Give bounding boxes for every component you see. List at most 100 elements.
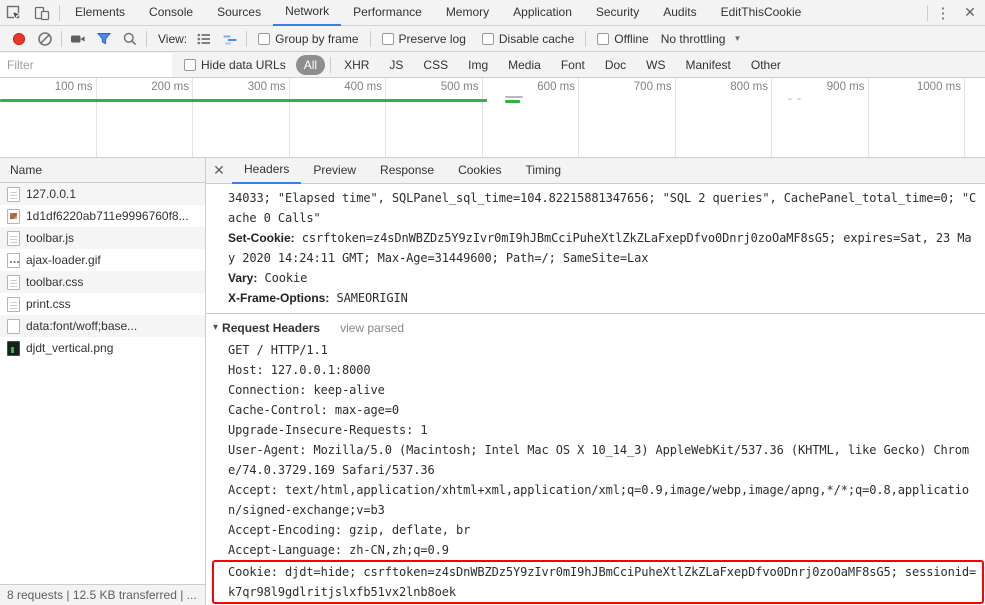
document-icon bbox=[7, 186, 20, 202]
header-value: Cookie bbox=[257, 271, 308, 285]
offline-checkbox[interactable]: Offline bbox=[597, 31, 649, 46]
checkbox-icon bbox=[597, 32, 610, 45]
tab-network[interactable]: Network bbox=[273, 0, 342, 26]
name-column-header[interactable]: Name bbox=[0, 158, 205, 183]
record-button[interactable] bbox=[6, 26, 32, 52]
timeline-tick: 600 ms bbox=[483, 78, 579, 157]
request-header-line: n/signed-exchange;v=b3 bbox=[228, 503, 385, 517]
timeline-tick: 300 ms bbox=[193, 78, 290, 157]
filter-input[interactable] bbox=[0, 52, 172, 77]
tab-preview[interactable]: Preview bbox=[301, 158, 368, 184]
tab-memory[interactable]: Memory bbox=[434, 0, 501, 26]
divider bbox=[61, 30, 62, 47]
request-headers-raw: GET / HTTP/1.1 Host: 127.0.0.1:8000 Conn… bbox=[206, 340, 985, 560]
filter-pill-doc[interactable]: Doc bbox=[597, 55, 634, 75]
chevron-down-icon: ▼ bbox=[733, 34, 742, 43]
timeline-tick: 1000 ms bbox=[869, 78, 965, 157]
request-name: ajax-loader.gif bbox=[26, 253, 101, 267]
request-row[interactable]: toolbar.css bbox=[0, 271, 205, 293]
divider bbox=[246, 30, 248, 47]
image-icon bbox=[7, 252, 20, 268]
hide-data-urls-checkbox[interactable]: Hide data URLs bbox=[184, 58, 286, 72]
tab-response[interactable]: Response bbox=[368, 158, 446, 184]
request-row[interactable]: 1d1df6220ab711e9996760f8... bbox=[0, 205, 205, 227]
request-name: djdt_vertical.png bbox=[26, 341, 114, 355]
divider bbox=[369, 30, 371, 47]
header-value: y 2020 14:24:11 GMT; Max-Age=31449600; P… bbox=[228, 251, 649, 265]
preserve-log-checkbox[interactable]: Preserve log bbox=[381, 32, 466, 46]
timeline-tick: 500 ms bbox=[386, 78, 483, 157]
tab-elements[interactable]: Elements bbox=[63, 0, 137, 26]
request-name: 1d1df6220ab711e9996760f8... bbox=[26, 209, 189, 223]
throttling-value: No throttling bbox=[660, 31, 726, 46]
filter-pill-js[interactable]: JS bbox=[381, 55, 411, 75]
request-header-line: User-Agent: Mozilla/5.0 (Macintosh; Inte… bbox=[228, 443, 969, 457]
filter-pill-manifest[interactable]: Manifest bbox=[678, 55, 739, 75]
request-header-line: e/74.0.3729.169 Safari/537.36 bbox=[228, 463, 435, 477]
request-rows: 127.0.0.1 1d1df6220ab711e9996760f8... to… bbox=[0, 183, 205, 359]
filter-pill-css[interactable]: CSS bbox=[415, 55, 456, 75]
hide-data-urls-label: Hide data URLs bbox=[201, 57, 286, 72]
request-row[interactable]: djdt_vertical.png bbox=[0, 337, 205, 359]
group-by-frame-checkbox[interactable]: Group by frame bbox=[258, 32, 359, 46]
close-devtools-icon[interactable]: ✕ bbox=[955, 4, 985, 21]
request-header-line: Host: 127.0.0.1:8000 bbox=[228, 363, 371, 377]
headers-content[interactable]: 34033; "Elapsed time", SQLPanel_sql_time… bbox=[206, 185, 985, 605]
tab-timing[interactable]: Timing bbox=[513, 158, 573, 184]
tab-sources[interactable]: Sources bbox=[205, 0, 273, 26]
inspect-element-icon[interactable] bbox=[0, 0, 28, 26]
filter-funnel-icon[interactable] bbox=[91, 26, 117, 52]
search-icon[interactable] bbox=[117, 26, 143, 52]
filter-pill-all[interactable]: All bbox=[295, 54, 326, 75]
tab-application[interactable]: Application bbox=[501, 0, 584, 26]
request-row[interactable]: toolbar.js bbox=[0, 227, 205, 249]
request-headers-section[interactable]: ▾ Request Headers view parsed bbox=[206, 318, 985, 338]
request-header-line: Upgrade-Insecure-Requests: 1 bbox=[228, 423, 428, 437]
tab-performance[interactable]: Performance bbox=[341, 0, 434, 26]
document-icon bbox=[7, 296, 20, 312]
filter-pill-font[interactable]: Font bbox=[553, 55, 593, 75]
request-name: data:font/woff;base... bbox=[26, 319, 138, 333]
request-row[interactable]: ajax-loader.gif bbox=[0, 249, 205, 271]
tab-editthiscookie[interactable]: EditThisCookie bbox=[709, 0, 814, 26]
clear-button[interactable] bbox=[32, 26, 58, 52]
header-name: X-Frame-Options: bbox=[228, 291, 330, 305]
request-row[interactable]: 127.0.0.1 bbox=[0, 183, 205, 205]
view-list-icon[interactable] bbox=[191, 26, 217, 52]
timeline-overview[interactable]: 100 ms 200 ms 300 ms 400 ms 500 ms 600 m… bbox=[0, 78, 985, 158]
document-icon bbox=[7, 274, 20, 290]
request-row[interactable]: data:font/woff;base... bbox=[0, 315, 205, 337]
filter-pill-ws[interactable]: WS bbox=[638, 55, 673, 75]
filter-pill-img[interactable]: Img bbox=[460, 55, 496, 75]
section-divider bbox=[206, 313, 985, 314]
disable-cache-checkbox[interactable]: Disable cache bbox=[481, 32, 574, 46]
cookie-header-line: k7qr98l9gdlritjslxfb51vx2lnb8oek bbox=[228, 585, 456, 599]
tab-security[interactable]: Security bbox=[584, 0, 651, 26]
tab-headers[interactable]: Headers bbox=[232, 158, 302, 184]
image-icon bbox=[7, 208, 20, 224]
view-waterfall-icon[interactable] bbox=[217, 26, 243, 52]
request-header-line: Accept: text/html,application/xhtml+xml,… bbox=[228, 483, 969, 497]
header-value: 34033; "Elapsed time", SQLPanel_sql_time… bbox=[228, 191, 977, 205]
offline-label: Offline bbox=[614, 31, 649, 46]
timeline-tick: 800 ms bbox=[676, 78, 772, 157]
filter-pill-xhr[interactable]: XHR bbox=[336, 55, 377, 75]
tab-cookies[interactable]: Cookies bbox=[446, 158, 513, 184]
overview-main-request-bar bbox=[0, 99, 487, 102]
request-row[interactable]: print.css bbox=[0, 293, 205, 315]
screenshot-capture-icon[interactable] bbox=[65, 26, 91, 52]
filter-pill-other[interactable]: Other bbox=[743, 55, 789, 75]
response-header-line: Vary: Cookie bbox=[206, 268, 985, 288]
tab-audits[interactable]: Audits bbox=[651, 0, 708, 26]
close-detail-icon[interactable]: ✕ bbox=[206, 162, 232, 179]
kebab-menu-icon[interactable]: ⋮ bbox=[931, 4, 955, 22]
filter-bar: Hide data URLs All XHR JS CSS Img Media … bbox=[0, 52, 985, 78]
device-toolbar-icon[interactable] bbox=[28, 0, 56, 26]
section-title: Request Headers bbox=[222, 321, 321, 335]
request-name: print.css bbox=[26, 297, 71, 311]
header-name: Vary: bbox=[228, 271, 258, 285]
view-parsed-link[interactable]: view parsed bbox=[340, 318, 404, 338]
filter-pill-media[interactable]: Media bbox=[500, 55, 549, 75]
throttling-dropdown[interactable]: No throttling ▼ bbox=[661, 32, 742, 46]
tab-console[interactable]: Console bbox=[137, 0, 205, 26]
